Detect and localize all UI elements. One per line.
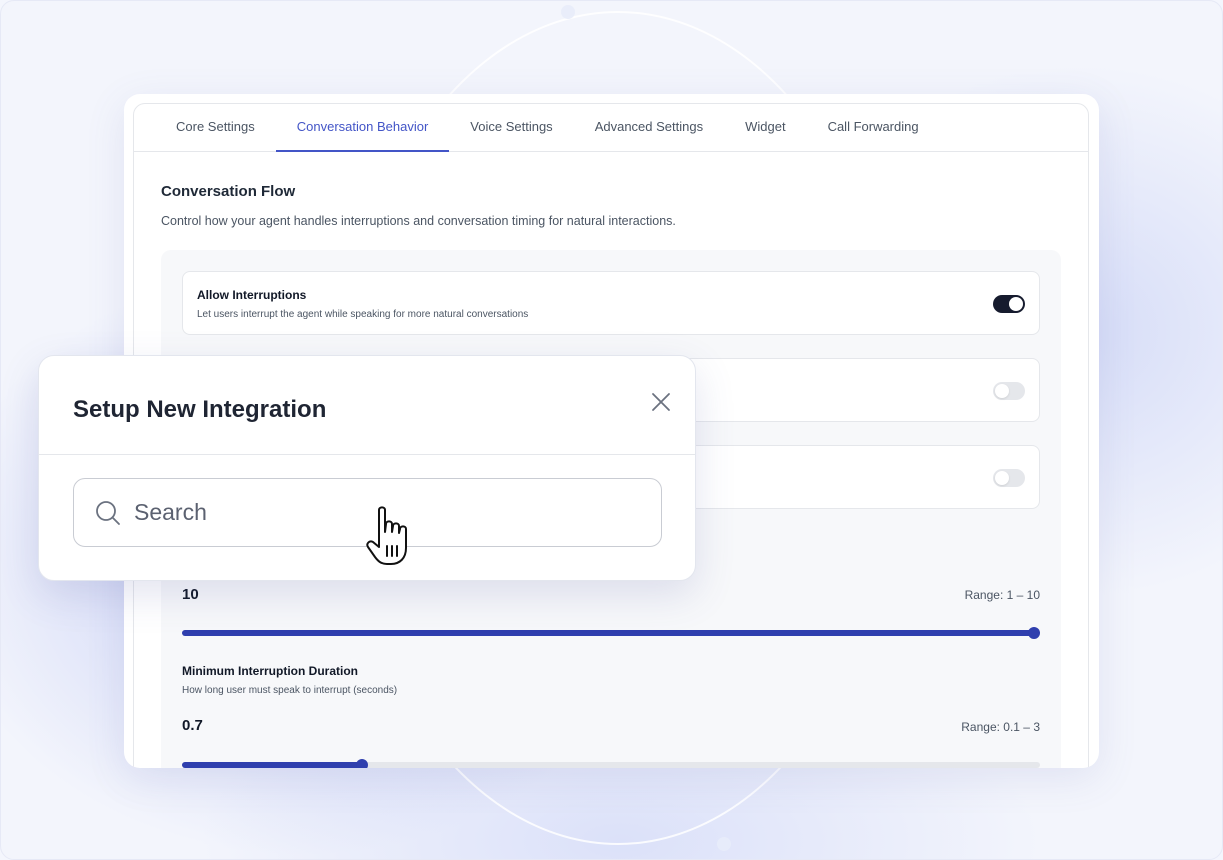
settings-tabs: Core Settings Conversation Behavior Voic…: [134, 104, 1088, 152]
toggle-knob: [995, 471, 1009, 485]
toggle-knob: [1009, 297, 1023, 311]
min-interruption-duration-title: Minimum Interruption Duration: [182, 664, 358, 678]
allow-interruptions-toggle[interactable]: [993, 295, 1025, 313]
slider-fill: [182, 762, 363, 768]
modal-divider: [39, 454, 695, 455]
section-title: Conversation Flow: [161, 183, 296, 200]
min-interruption-duration-description: How long user must speak to interrupt (s…: [182, 685, 398, 696]
decorative-dot: [717, 837, 731, 851]
min-interruption-duration-slider[interactable]: [182, 759, 1040, 768]
tab-conversation-behavior[interactable]: Conversation Behavior: [275, 104, 450, 152]
slider-value: 10: [182, 586, 199, 603]
slider-value: 0.7: [182, 717, 203, 734]
tab-call-forwarding[interactable]: Call Forwarding: [807, 104, 940, 152]
slider-range-label: Range: 0.1 – 3: [961, 720, 1040, 734]
option-description: Let users interrupt the agent while spea…: [197, 309, 529, 320]
slider-thumb[interactable]: [1028, 627, 1040, 639]
section-description: Control how your agent handles interrupt…: [161, 214, 676, 228]
toggle-knob: [995, 384, 1009, 398]
tab-widget[interactable]: Widget: [724, 104, 806, 152]
slider-range-label: Range: 1 – 10: [964, 588, 1040, 602]
close-icon[interactable]: [649, 390, 673, 414]
option-allow-interruptions: Allow Interruptions Let users interrupt …: [182, 271, 1040, 335]
slider-track[interactable]: [182, 627, 1040, 639]
search-placeholder: Search: [134, 499, 207, 525]
tab-voice-settings[interactable]: Voice Settings: [449, 104, 573, 152]
modal-title: Setup New Integration: [73, 396, 327, 423]
option-toggle[interactable]: [993, 469, 1025, 487]
hand-pointer-cursor-icon: [365, 504, 427, 570]
tab-advanced-settings[interactable]: Advanced Settings: [574, 104, 724, 152]
slider-fill: [182, 630, 1034, 636]
option-title: Allow Interruptions: [197, 288, 307, 302]
tab-core-settings[interactable]: Core Settings: [155, 104, 276, 152]
decorative-dot: [561, 5, 575, 19]
option-toggle[interactable]: [993, 382, 1025, 400]
search-icon: [94, 499, 122, 527]
slider-thumb[interactable]: [356, 759, 369, 768]
